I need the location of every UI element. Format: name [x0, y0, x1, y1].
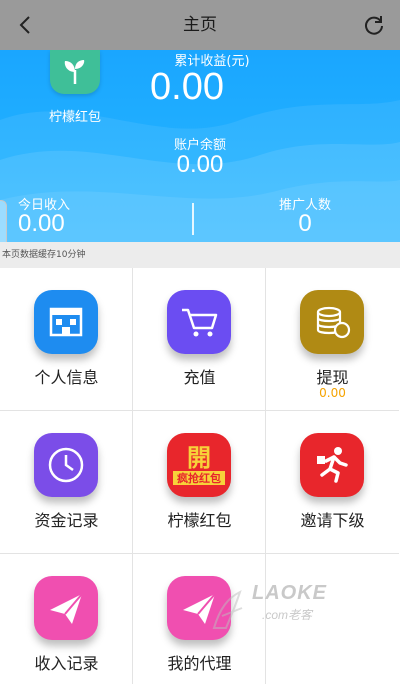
- menu-item-profile[interactable]: 个人信息: [0, 268, 133, 411]
- menu-label: 邀请下级: [300, 511, 365, 530]
- paper-plane-icon: [34, 576, 98, 640]
- top-bar: 主页: [0, 0, 400, 50]
- page-title: 主页: [183, 15, 217, 35]
- cart-icon: [167, 290, 231, 354]
- account-balance-value: 0.00: [176, 151, 224, 178]
- menu-item-withdraw[interactable]: 提现 0.00: [266, 268, 399, 411]
- sprout-icon: [64, 60, 85, 84]
- referral-count-value: 0: [298, 210, 312, 237]
- clock-icon: [34, 433, 98, 497]
- cumulative-earnings-value: 0.00: [150, 66, 224, 108]
- withdraw-amount: 0.00: [319, 386, 346, 400]
- menu-label: 柠檬红包: [167, 511, 232, 530]
- refresh-icon[interactable]: [360, 11, 388, 39]
- menu-item-recharge[interactable]: 充值: [133, 268, 266, 411]
- building-icon: [34, 290, 98, 354]
- stats-divider: [192, 203, 194, 235]
- red-envelope-icon: 開 疯抢红包: [167, 433, 231, 497]
- menu-label: 提现: [316, 368, 349, 387]
- menu-item-income-records[interactable]: 收入记录: [0, 554, 133, 684]
- menu-label: 个人信息: [34, 368, 99, 387]
- coins-icon: [300, 290, 364, 354]
- today-income-value: 0.00: [18, 210, 65, 237]
- watermark-subtext: .com老客: [262, 608, 313, 622]
- menu-item-fund-records[interactable]: 资金记录: [0, 411, 133, 554]
- watermark-text: LAOKE: [252, 582, 327, 604]
- lemon-redpack-logo[interactable]: [50, 50, 100, 94]
- earnings-panel: 柠檬红包 累计收益(元) 0.00 账户余额 0.00 今日收入 0.00 推广…: [0, 50, 400, 242]
- menu-item-lemon-redpack[interactable]: 開 疯抢红包 柠檬红包: [133, 411, 266, 554]
- menu-label: 收入记录: [34, 654, 99, 673]
- running-man-icon: [300, 433, 364, 497]
- menu-label: 我的代理: [167, 654, 232, 673]
- cache-notice: 本页数据缓存10分钟: [0, 242, 400, 268]
- redpack-top-char: 開: [187, 444, 211, 472]
- menu-label: 充值: [183, 368, 216, 387]
- redpack-bottom-text: 疯抢红包: [177, 471, 221, 485]
- menu-label: 资金记录: [34, 511, 99, 530]
- logo-label: 柠檬红包: [48, 110, 101, 125]
- menu-item-invite[interactable]: 邀请下级: [266, 411, 399, 554]
